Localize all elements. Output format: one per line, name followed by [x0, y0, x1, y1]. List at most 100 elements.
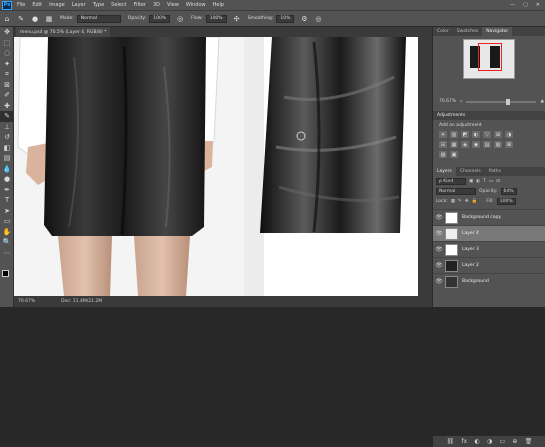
lock-all-icon[interactable]: 🔒 [472, 199, 478, 204]
new-group-icon[interactable]: ▭ [499, 438, 505, 445]
brush-tool-icon[interactable]: ✎ [16, 14, 26, 24]
brush-settings-icon[interactable]: ▦ [44, 14, 54, 24]
posterize-adjustment-icon[interactable]: ▧ [494, 141, 502, 148]
opacity-field[interactable]: 100% [149, 14, 171, 23]
flow-field[interactable]: 100% [205, 14, 227, 23]
menu-layer[interactable]: Layer [72, 2, 86, 8]
visibility-eye-icon[interactable]: 👁 [433, 230, 445, 237]
brush-tool-icon[interactable]: ✎ [0, 111, 14, 122]
color-balance-adjustment-icon[interactable]: ◑ [505, 131, 513, 138]
navigator-preview[interactable] [463, 39, 515, 79]
adjustments-title[interactable]: Adjustments [433, 111, 545, 120]
black-white-adjustment-icon[interactable]: ⊟ [439, 141, 447, 148]
blend-mode-select[interactable]: Normal [436, 187, 476, 195]
lock-position-icon[interactable]: ✥ [465, 199, 469, 204]
zoom-tool-icon[interactable]: 🔍 [0, 237, 14, 248]
layer-name[interactable]: Layer 4 [462, 231, 479, 236]
layer-row-selected[interactable]: 👁 Layer 4 [433, 225, 545, 241]
tab-color[interactable]: Color [433, 27, 453, 36]
layer-row[interactable]: 👁 Layer 3 [433, 241, 545, 257]
foreground-color-swatch[interactable] [2, 270, 9, 277]
layer-name[interactable]: Layer 3 [462, 247, 479, 252]
add-mask-icon[interactable]: ◐ [474, 438, 479, 445]
gradient-tool-icon[interactable]: ▤ [0, 153, 14, 164]
filter-smart-icon[interactable]: ⊡ [496, 179, 500, 184]
eyedropper-tool-icon[interactable]: ✐ [0, 90, 14, 101]
edit-toolbar-icon[interactable]: ⋯ [0, 248, 14, 259]
invert-adjustment-icon[interactable]: ▤ [483, 141, 491, 148]
color-lookup-adjustment-icon[interactable]: ◉ [472, 141, 480, 148]
pressure-size-icon[interactable]: ◎ [313, 14, 323, 24]
tab-swatches[interactable]: Swatches [453, 27, 483, 36]
airbrush-icon[interactable]: ✣ [232, 14, 242, 24]
visibility-eye-icon[interactable]: 👁 [433, 214, 445, 221]
menu-window[interactable]: Window [186, 2, 206, 8]
maximize-button[interactable]: ▢ [523, 2, 528, 8]
move-tool-icon[interactable]: ✥ [0, 27, 14, 38]
menu-view[interactable]: View [167, 2, 179, 8]
navigator-view-box[interactable] [478, 43, 502, 71]
path-select-tool-icon[interactable]: ➤ [0, 206, 14, 217]
quick-select-tool-icon[interactable]: ✦ [0, 59, 14, 70]
rectangle-tool-icon[interactable]: ▭ [0, 216, 14, 227]
layer-name[interactable]: Background [462, 279, 489, 284]
close-button[interactable]: ✕ [536, 2, 540, 8]
minimize-button[interactable]: — [510, 2, 515, 8]
gradient-map-adjustment-icon[interactable]: ▨ [439, 151, 447, 158]
filter-type-icon[interactable]: T [483, 179, 486, 184]
layer-kind-filter[interactable]: ρ Kind [436, 177, 466, 185]
brightness-adjustment-icon[interactable]: ☀ [439, 131, 447, 138]
trash-icon[interactable]: 🗑 [525, 438, 533, 445]
fx-icon[interactable]: fx [462, 438, 468, 445]
new-adjustment-icon[interactable]: ◑ [487, 438, 492, 445]
visibility-eye-icon[interactable]: 👁 [433, 246, 445, 253]
eraser-tool-icon[interactable]: ◧ [0, 143, 14, 154]
vertical-scrollbar[interactable] [418, 37, 432, 296]
zoom-out-icon[interactable]: ▵ [460, 99, 462, 104]
channel-mixer-adjustment-icon[interactable]: ◈ [461, 141, 469, 148]
zoom-readout[interactable]: 70.67% [18, 299, 35, 304]
hand-tool-icon[interactable]: ✋ [0, 227, 14, 238]
curves-adjustment-icon[interactable]: ◩ [461, 131, 469, 138]
gear-icon[interactable]: ⚙ [299, 14, 309, 24]
tab-layers[interactable]: Layers [433, 167, 456, 176]
filter-adjust-icon[interactable]: ◐ [476, 179, 480, 184]
lasso-tool-icon[interactable]: ◌ [0, 48, 14, 59]
brush-preset-icon[interactable]: ● [30, 14, 40, 24]
zoom-slider-knob[interactable] [506, 98, 511, 105]
navigator-zoom-slider[interactable] [466, 98, 537, 105]
layer-opacity-field[interactable]: 64% [500, 187, 517, 195]
canvas[interactable] [14, 37, 418, 296]
filter-shape-icon[interactable]: ▭ [489, 179, 493, 184]
blur-tool-icon[interactable]: 💧 [0, 164, 14, 175]
exposure-adjustment-icon[interactable]: ◐ [472, 131, 480, 138]
menu-filter[interactable]: Filter [134, 2, 146, 8]
visibility-eye-icon[interactable]: 👁 [433, 278, 445, 285]
frame-tool-icon[interactable]: ⊠ [0, 80, 14, 91]
menu-edit[interactable]: Edit [32, 2, 42, 8]
menu-3d[interactable]: 3D [153, 2, 160, 8]
pressure-opacity-icon[interactable]: ◎ [175, 14, 185, 24]
home-icon[interactable]: ⌂ [2, 14, 12, 24]
history-brush-tool-icon[interactable]: ↺ [0, 132, 14, 143]
link-layers-icon[interactable]: ⛓ [447, 438, 455, 445]
menu-select[interactable]: Select [111, 2, 126, 8]
selective-color-adjustment-icon[interactable]: ▣ [450, 151, 458, 158]
marquee-tool-icon[interactable]: ⬚ [0, 38, 14, 49]
lock-transparent-icon[interactable]: ▦ [451, 199, 455, 204]
filter-pixel-icon[interactable]: ▣ [469, 179, 473, 184]
layer-row[interactable]: 👁 Layer 2 [433, 257, 545, 273]
mode-select[interactable]: Normal [76, 14, 121, 23]
tab-navigator[interactable]: Navigator [482, 27, 513, 36]
levels-adjustment-icon[interactable]: ▥ [450, 131, 458, 138]
layer-name[interactable]: Background copy [462, 215, 501, 220]
document-tab[interactable]: menu.psd @ 70.5% (Layer 4, RGB/8) * [16, 27, 111, 37]
tab-channels[interactable]: Channels [456, 167, 485, 176]
visibility-eye-icon[interactable]: 👁 [433, 262, 445, 269]
photo-filter-adjustment-icon[interactable]: ▦ [450, 141, 458, 148]
navigator-zoom-value[interactable]: 70.67% [439, 99, 456, 104]
vibrance-adjustment-icon[interactable]: ▽ [483, 131, 491, 138]
new-layer-icon[interactable]: ⊕ [512, 438, 517, 445]
layer-row[interactable]: 👁 Background copy [433, 209, 545, 225]
layer-name[interactable]: Layer 2 [462, 263, 479, 268]
